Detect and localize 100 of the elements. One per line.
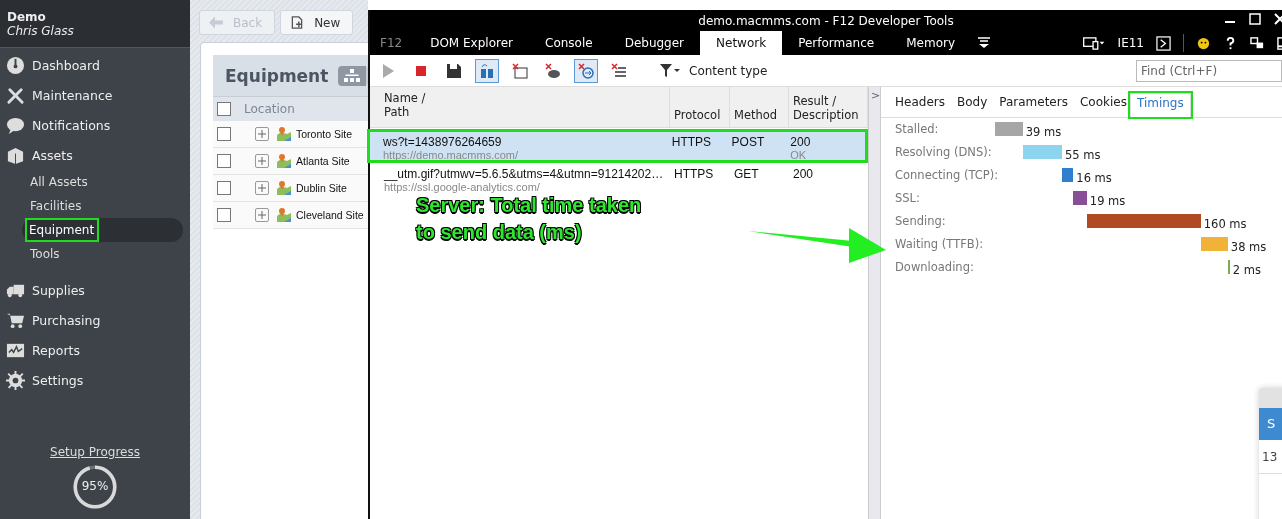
find-field[interactable]: Find (Ctrl+F) bbox=[1136, 59, 1282, 82]
overflow-icon[interactable] bbox=[977, 37, 991, 49]
timing-value: 38 ms bbox=[1230, 240, 1267, 254]
detail-tab[interactable]: Parameters bbox=[993, 93, 1074, 117]
timing-label: Stalled: bbox=[895, 122, 940, 136]
navigate-icon[interactable] bbox=[574, 58, 598, 83]
annotation-text: to send data (ms) bbox=[416, 221, 583, 244]
speech-bubble-icon bbox=[6, 115, 25, 135]
expand-button[interactable] bbox=[255, 127, 269, 141]
tool-tab[interactable]: Performance bbox=[782, 31, 891, 55]
account-name: Demo bbox=[7, 10, 46, 24]
tool-tab[interactable]: DOM Explorer bbox=[414, 31, 529, 55]
detail-tab[interactable]: Body bbox=[950, 93, 994, 117]
nav-link[interactable]: Maintenance bbox=[32, 87, 113, 103]
user-name: Chris Glass bbox=[7, 24, 74, 38]
map-pin-icon bbox=[276, 180, 292, 196]
nav-link[interactable]: Settings bbox=[32, 372, 84, 388]
timing-value: 55 ms bbox=[1064, 148, 1101, 162]
emulation-mode[interactable]: IE11 bbox=[1117, 36, 1144, 50]
smiley-icon[interactable] bbox=[1196, 35, 1211, 51]
row-checkbox[interactable] bbox=[217, 127, 231, 141]
detail-tab[interactable]: Headers bbox=[889, 93, 951, 117]
f12-label: F12 bbox=[379, 36, 404, 52]
status-code: 200 bbox=[790, 135, 812, 149]
timing-label: Resolving (DNS): bbox=[895, 145, 993, 159]
protocol-cell-text: HTTPS bbox=[671, 135, 713, 149]
new-button[interactable]: New bbox=[280, 10, 354, 35]
timing-value: 39 ms bbox=[1025, 125, 1062, 139]
arrow-left-icon bbox=[209, 16, 223, 29]
sub-nav-item[interactable]: All Assets bbox=[22, 170, 183, 194]
tool-tab[interactable]: Memory bbox=[890, 31, 971, 55]
timing-label: Connecting (TCP): bbox=[895, 168, 995, 182]
map-pin-icon bbox=[276, 126, 292, 142]
request-path: https://ssl.google-analytics.com/ bbox=[384, 181, 541, 193]
timing-value: 16 ms bbox=[1076, 171, 1112, 185]
row-checkbox[interactable] bbox=[217, 181, 231, 195]
column-header[interactable]: Protocol bbox=[670, 87, 730, 127]
filter-icon[interactable] bbox=[660, 63, 680, 78]
timing-value: 160 ms bbox=[1203, 217, 1247, 231]
setup-progress-link[interactable]: Setup Progress bbox=[50, 445, 140, 459]
protocol-cell-text: HTTPS bbox=[674, 167, 715, 181]
column-header[interactable]: Result / Description bbox=[789, 87, 868, 127]
row-checkbox[interactable] bbox=[217, 154, 231, 168]
device-icon[interactable] bbox=[1081, 35, 1106, 51]
site-name[interactable]: Dublin Site bbox=[296, 182, 347, 194]
map-pin-icon bbox=[276, 207, 292, 223]
status-code: 200 bbox=[793, 167, 815, 181]
console-icon[interactable] bbox=[1156, 35, 1171, 51]
expand-button[interactable] bbox=[255, 154, 269, 168]
expand-button[interactable] bbox=[255, 208, 269, 222]
card-header: S bbox=[1259, 408, 1282, 440]
nav-link[interactable]: Supplies bbox=[32, 282, 85, 298]
column-header[interactable]: Method bbox=[730, 87, 789, 127]
timing-label: SSL: bbox=[895, 191, 921, 205]
timing-label: Waiting (TTFB): bbox=[895, 237, 985, 251]
row-checkbox[interactable] bbox=[217, 208, 231, 222]
nav-link[interactable]: Notifications bbox=[32, 117, 111, 133]
progress-value: 95% bbox=[80, 479, 110, 493]
select-all-checkbox[interactable] bbox=[217, 102, 231, 116]
selected-nav-item[interactable]: Equipment bbox=[22, 218, 183, 242]
method-cell-text: GET bbox=[734, 167, 760, 181]
pane-splitter[interactable]: > bbox=[869, 87, 881, 519]
sub-nav-item[interactable]: Facilities bbox=[22, 194, 183, 218]
windows-icon[interactable] bbox=[1250, 35, 1265, 51]
site-name[interactable]: Atlanta Site bbox=[296, 155, 350, 167]
timing-label: Sending: bbox=[895, 214, 947, 228]
nav-link[interactable]: Assets bbox=[32, 147, 73, 163]
tool-tab[interactable]: Debugger bbox=[608, 31, 701, 55]
box-icon bbox=[6, 145, 25, 165]
column-header: Location bbox=[244, 102, 295, 116]
timing-label: Downloading: bbox=[895, 260, 975, 274]
panel-title: Equipment bbox=[225, 65, 329, 86]
request-name: ws?t=1438976264659 bbox=[383, 135, 503, 149]
tree-view-toggle[interactable] bbox=[338, 65, 367, 86]
filter-label[interactable]: Content type bbox=[689, 63, 768, 78]
settings-icon bbox=[6, 370, 25, 390]
method-cell-text: POST bbox=[731, 135, 766, 149]
timing-value: 2 ms bbox=[1232, 263, 1261, 277]
nav-link[interactable]: Reports bbox=[32, 342, 80, 358]
column-header[interactable]: Name / Path bbox=[370, 87, 670, 127]
cache-toggle-icon[interactable] bbox=[475, 58, 499, 83]
expand-button[interactable] bbox=[255, 181, 269, 195]
tool-tab[interactable]: Console bbox=[529, 31, 609, 55]
card-cell: 13 bbox=[1259, 440, 1282, 474]
site-name[interactable]: Toronto Site bbox=[296, 128, 353, 140]
tool-tab[interactable]: Network bbox=[700, 31, 783, 55]
map-pin-icon bbox=[276, 153, 292, 169]
new-document-icon bbox=[290, 16, 305, 29]
timing-value: 19 ms bbox=[1089, 194, 1126, 208]
gauge-icon bbox=[6, 55, 25, 75]
tools-icon bbox=[6, 85, 25, 105]
status-text: OK bbox=[790, 149, 808, 160]
nav-link[interactable]: Purchasing bbox=[32, 312, 101, 328]
request-name: __utm.gif?utmwv=5.6.5&utms=4&utmn=91214202… bbox=[384, 167, 665, 181]
detail-tab[interactable]: Timings bbox=[1129, 93, 1191, 117]
site-name[interactable]: Cleveland Site bbox=[296, 209, 364, 221]
sub-nav-item[interactable]: Tools bbox=[22, 242, 183, 266]
nav-link[interactable]: Dashboard bbox=[32, 57, 100, 73]
window-title: demo.macmms.com - F12 Developer Tools bbox=[698, 13, 954, 28]
maximize-icon[interactable] bbox=[1249, 13, 1261, 25]
